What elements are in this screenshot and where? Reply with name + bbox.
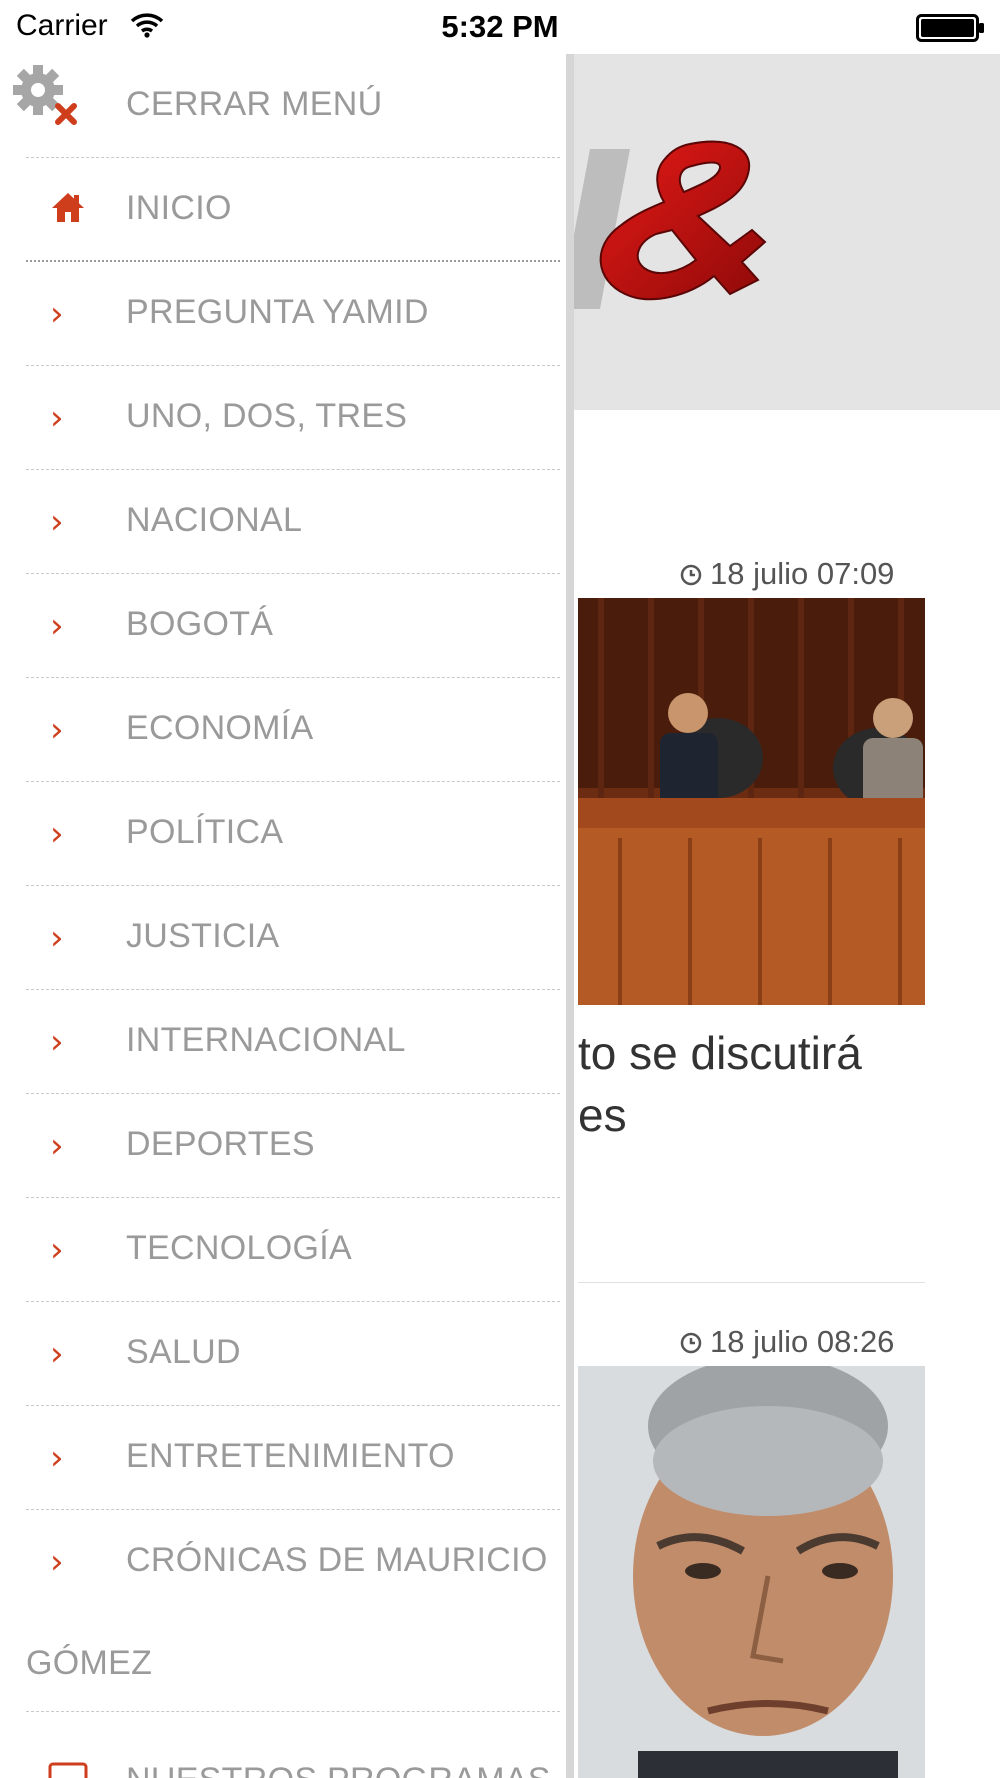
- status-time: 5:32 PM: [441, 9, 559, 44]
- chevron-right-icon: ›: [50, 606, 64, 646]
- chevron-right-icon: ›: [50, 1022, 64, 1062]
- article-time-text: 18 julio 07:09: [710, 556, 895, 591]
- article-headline[interactable]: to se discutirá es: [578, 1022, 998, 1146]
- app-screen: Carrier 5:32 PM 18 julio 07:09 to se dis…: [0, 0, 1000, 1778]
- chevron-right-icon: ›: [50, 918, 64, 958]
- menu-item-nacional[interactable]: › NACIONAL: [26, 470, 560, 574]
- chevron-right-icon: ›: [50, 1334, 64, 1374]
- article-image-court[interactable]: [578, 598, 925, 1005]
- clock-icon: [680, 558, 702, 594]
- battery-icon: [916, 14, 986, 47]
- clock-icon: [680, 1326, 702, 1362]
- menu-item-justicia[interactable]: › JUSTICIA: [26, 886, 560, 990]
- chevron-right-icon: ›: [50, 398, 64, 438]
- menu-item-label: ECONOMÍA: [126, 709, 314, 747]
- chevron-right-icon: ›: [50, 1230, 64, 1270]
- menu-item-label: CRÓNICAS DE MAURICIO: [126, 1541, 548, 1579]
- article-time: 18 julio 07:09: [680, 556, 894, 594]
- close-menu-button[interactable]: CERRAR MENÚ: [13, 54, 560, 158]
- chevron-right-icon: ›: [50, 710, 64, 750]
- menu-item-label: UNO, DOS, TRES: [126, 397, 408, 435]
- chevron-right-icon: ›: [50, 1126, 64, 1166]
- menu-item-label: TECNOLOGÍA: [126, 1229, 352, 1267]
- side-menu-drawer: CERRAR MENÚ INICIO › PREGUNTA YAMID › UN…: [0, 54, 574, 1778]
- menu-item-salud[interactable]: › SALUD: [26, 1302, 560, 1406]
- menu-item-entretenimiento[interactable]: › ENTRETENIMIENTO: [26, 1406, 560, 1510]
- menu-item-cronicas-de-mauricio[interactable]: › CRÓNICAS DE MAURICIO: [26, 1510, 560, 1614]
- home-icon: [50, 190, 90, 230]
- menu-item-bogota[interactable]: › BOGOTÁ: [26, 574, 560, 678]
- close-menu-label: CERRAR MENÚ: [126, 85, 383, 123]
- chevron-right-icon: ›: [50, 1438, 64, 1478]
- menu-item-label: NUESTROS PROGRAMAS: [126, 1761, 551, 1778]
- menu-item-pregunta-yamid[interactable]: › PREGUNTA YAMID: [26, 262, 560, 366]
- menu-item-label: INICIO: [126, 189, 232, 227]
- menu-item-uno-dos-tres[interactable]: › UNO, DOS, TRES: [26, 366, 560, 470]
- menu-item-inicio[interactable]: INICIO: [26, 158, 560, 262]
- menu-item-label: POLÍTICA: [126, 813, 284, 851]
- menu-item-label: DEPORTES: [126, 1125, 315, 1163]
- menu-item-politica[interactable]: › POLÍTICA: [26, 782, 560, 886]
- settings-close-icon[interactable]: [12, 64, 82, 134]
- chevron-right-icon: ›: [50, 502, 64, 542]
- article-divider: [578, 1282, 925, 1283]
- tv-icon: [48, 1762, 88, 1778]
- status-bar: Carrier 5:32 PM: [0, 0, 1000, 54]
- menu-item-internacional[interactable]: › INTERNACIONAL: [26, 990, 560, 1094]
- chevron-right-icon: ›: [50, 1542, 64, 1582]
- menu-item-label: BOGOTÁ: [126, 605, 274, 643]
- chevron-right-icon: ›: [50, 294, 64, 334]
- menu-divider: [26, 1711, 560, 1712]
- menu-item-label: PREGUNTA YAMID: [126, 293, 429, 331]
- chevron-right-icon: ›: [50, 814, 64, 854]
- logo-ampersand-icon: [599, 140, 767, 301]
- menu-item-label: NACIONAL: [126, 501, 303, 539]
- menu-item-label-overflow: GÓMEZ: [26, 1644, 153, 1682]
- article-time: 18 julio 08:26: [680, 1324, 894, 1362]
- menu-item-economia[interactable]: › ECONOMÍA: [26, 678, 560, 782]
- article-time-text: 18 julio 08:26: [710, 1324, 895, 1359]
- menu-item-label: JUSTICIA: [126, 917, 280, 955]
- menu-item-label: INTERNACIONAL: [126, 1021, 406, 1059]
- menu-item-tecnologia[interactable]: › TECNOLOGÍA: [26, 1198, 560, 1302]
- menu-item-label: SALUD: [126, 1333, 241, 1371]
- menu-item-nuestros-programas[interactable]: NUESTROS PROGRAMAS: [26, 1754, 560, 1778]
- menu-item-label: ENTRETENIMIENTO: [126, 1437, 455, 1475]
- article-image-portrait[interactable]: [578, 1366, 925, 1778]
- menu-item-deportes[interactable]: › DEPORTES: [26, 1094, 560, 1198]
